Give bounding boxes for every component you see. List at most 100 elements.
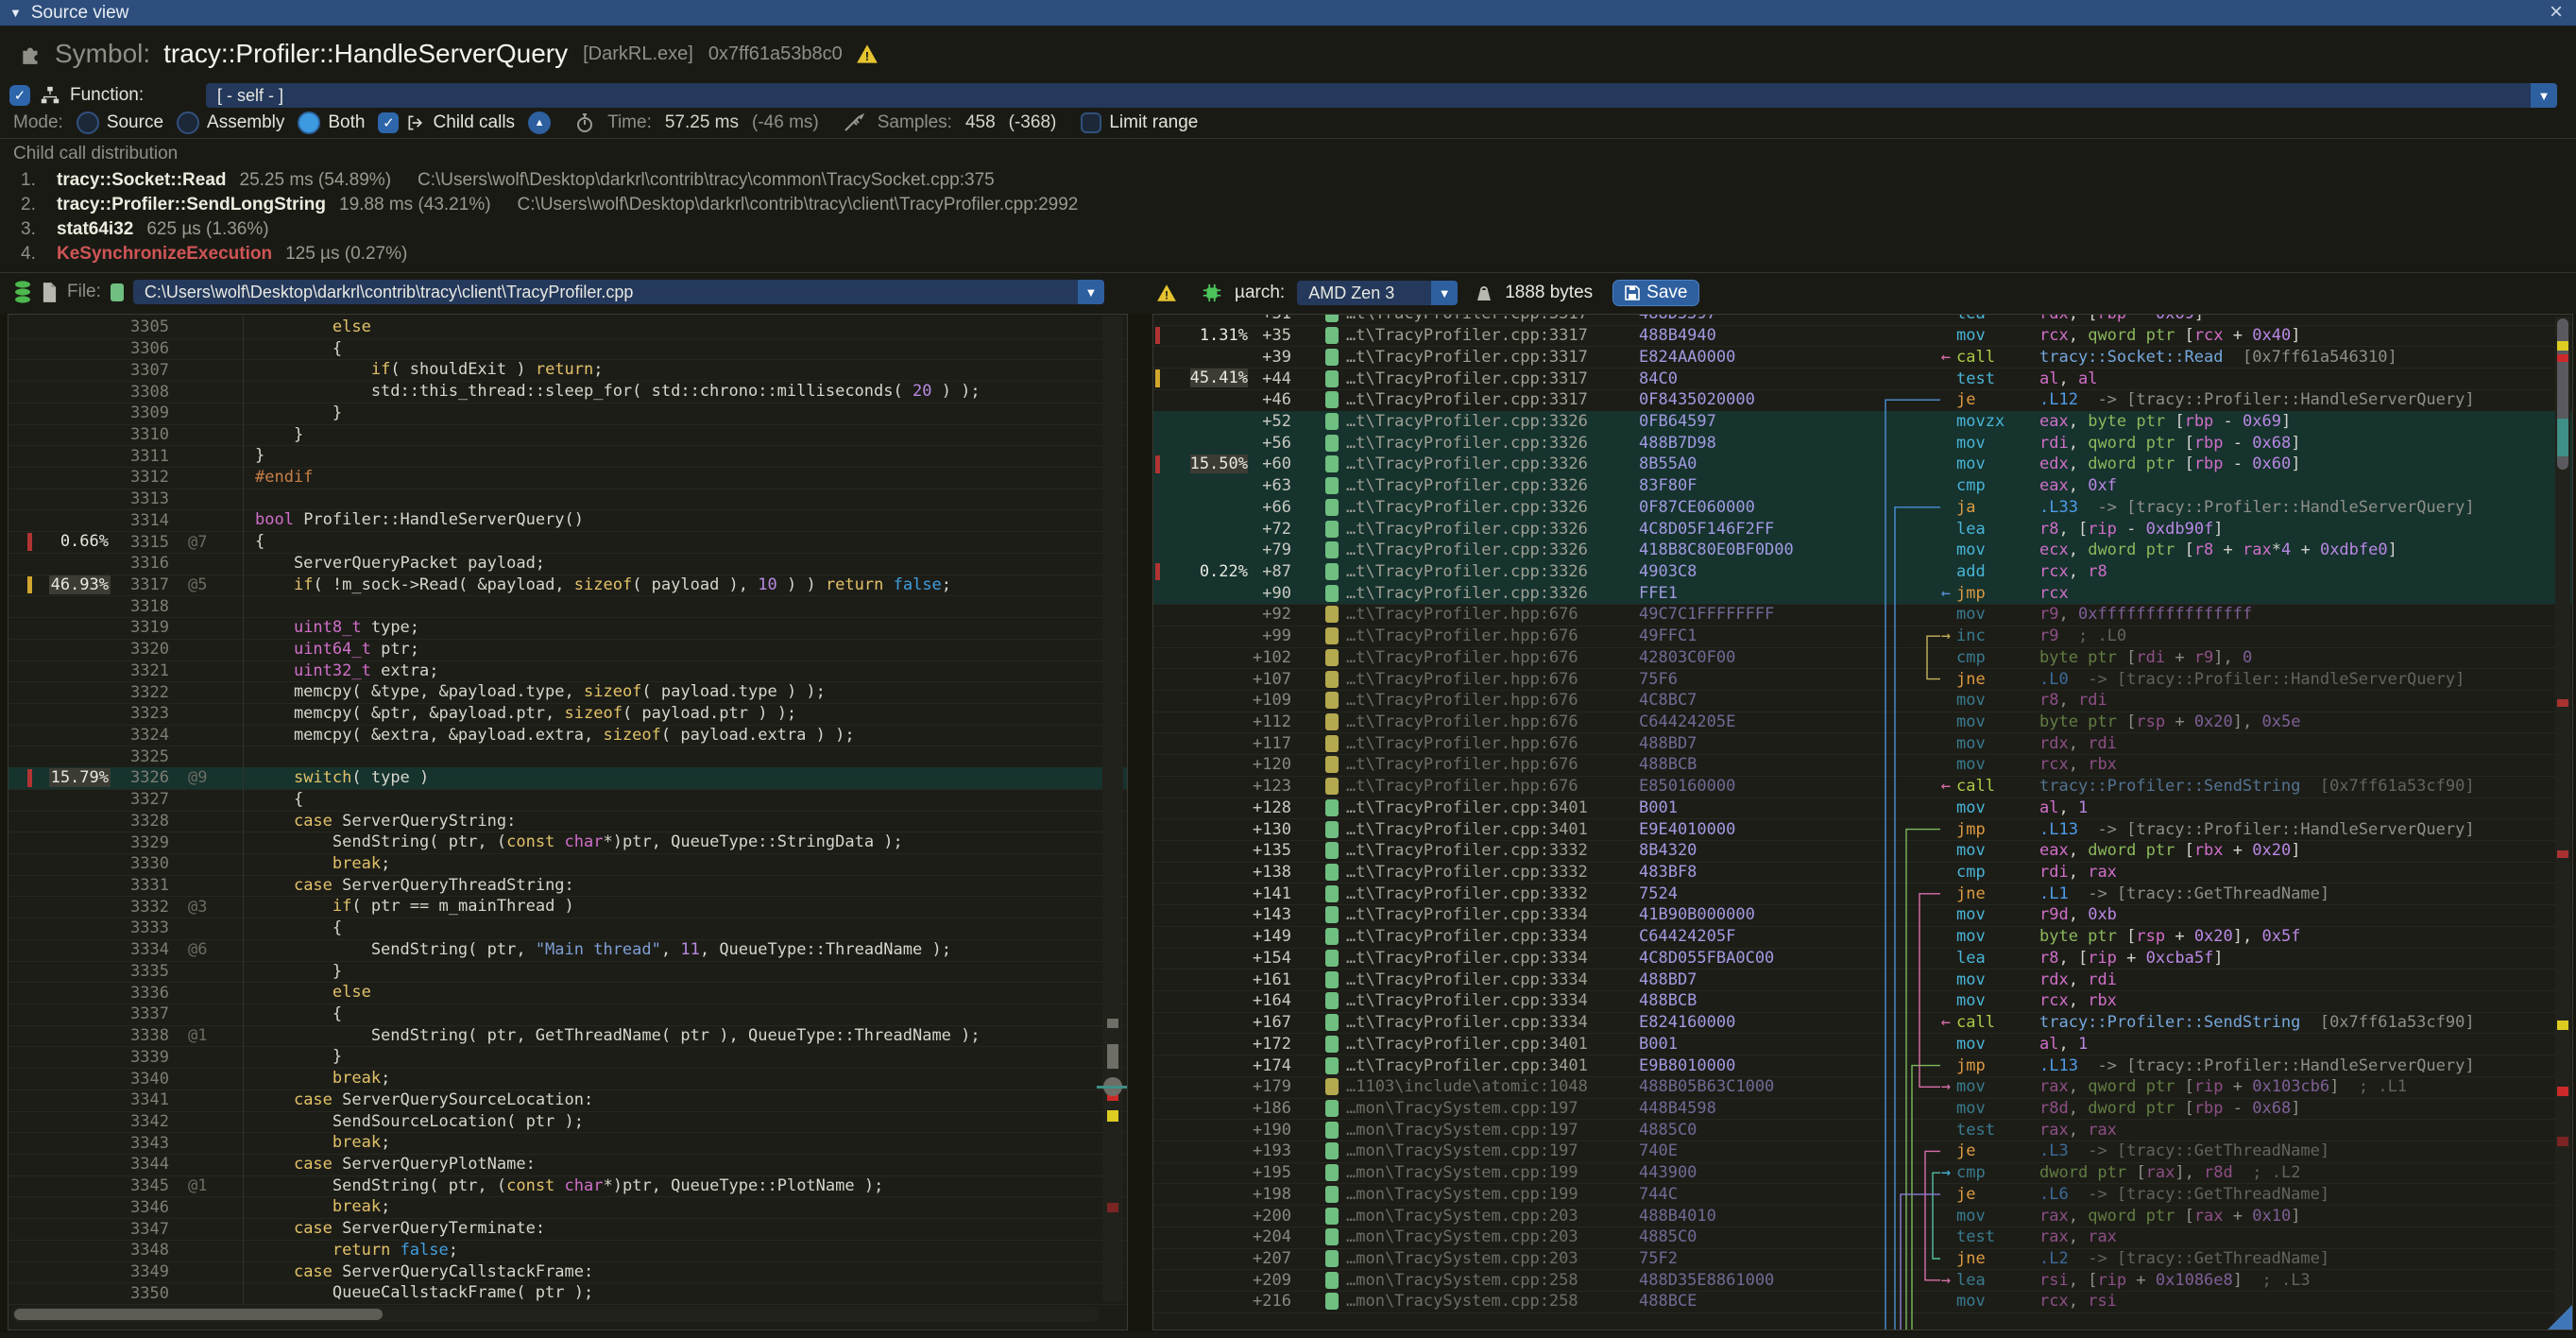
uarch-combo[interactable]: AMD Zen 3 ▼ xyxy=(1297,281,1458,305)
limit-range-checkbox[interactable] xyxy=(1081,112,1101,133)
asm-row[interactable]: +138…t\TracyProfiler.cpp:3332483BF8cmprd… xyxy=(1153,862,2572,883)
asm-row[interactable]: +135…t\TracyProfiler.cpp:33328B4320movea… xyxy=(1153,840,2572,862)
asm-source-location[interactable]: …t\TracyProfiler.hpp:676 xyxy=(1346,755,1639,774)
asm-row[interactable]: +207…mon\TracySystem.cpp:20375F2jne.L2 -… xyxy=(1153,1248,2572,1270)
assembly-vertical-scrollbar[interactable] xyxy=(2555,317,2570,1328)
chevron-down-icon[interactable]: ▼ xyxy=(1431,281,1458,305)
asm-row[interactable]: +63…t\TracyProfiler.cpp:332683F80Fcmpeax… xyxy=(1153,475,2572,497)
chevron-down-icon[interactable]: ▼ xyxy=(1078,280,1104,304)
source-horizontal-scrollbar[interactable] xyxy=(12,1307,1099,1322)
asm-source-location[interactable]: …t\TracyProfiler.cpp:3401 xyxy=(1346,1035,1639,1054)
source-line[interactable]: 3346 break; xyxy=(9,1196,1127,1218)
save-button[interactable]: Save xyxy=(1612,280,1699,306)
asm-source-location[interactable]: …mon\TracySystem.cpp:203 xyxy=(1346,1227,1639,1246)
scrollbar-thumb[interactable] xyxy=(14,1309,383,1320)
asm-row[interactable]: +52…t\TracyProfiler.cpp:33260FB64597movz… xyxy=(1153,411,2572,433)
asm-source-location[interactable]: …t\TracyProfiler.cpp:3326 xyxy=(1346,562,1639,581)
asm-row[interactable]: +130…t\TracyProfiler.cpp:3401E9E4010000j… xyxy=(1153,818,2572,840)
asm-row[interactable]: +128…t\TracyProfiler.cpp:3401B001moval, … xyxy=(1153,798,2572,819)
child-call-item[interactable]: 4.KeSynchronizeExecution125 µs (0.27%) xyxy=(21,244,2576,268)
asm-row[interactable]: +195…mon\TracySystem.cpp:199443900→cmpdw… xyxy=(1153,1162,2572,1184)
asm-source-location[interactable]: …t\TracyProfiler.cpp:3401 xyxy=(1346,1056,1639,1075)
asm-source-location[interactable]: …t\TracyProfiler.cpp:3317 xyxy=(1346,314,1639,323)
asm-source-location[interactable]: …t\TracyProfiler.cpp:3317 xyxy=(1346,348,1639,367)
asm-row[interactable]: +120…t\TracyProfiler.hpp:676488BCBmovrcx… xyxy=(1153,754,2572,776)
asm-source-location[interactable]: …mon\TracySystem.cpp:203 xyxy=(1346,1207,1639,1226)
source-line[interactable]: 3340 break; xyxy=(9,1068,1127,1089)
asm-source-location[interactable]: …t\TracyProfiler.hpp:676 xyxy=(1346,777,1639,796)
source-line[interactable]: 3342 SendSourceLocation( ptr ); xyxy=(9,1111,1127,1133)
asm-row[interactable]: +216…mon\TracySystem.cpp:258488BCEmovrcx… xyxy=(1153,1291,2572,1312)
source-line[interactable]: 3341 case ServerQuerySourceLocation: xyxy=(9,1089,1127,1111)
asm-source-location[interactable]: …t\TracyProfiler.cpp:3317 xyxy=(1346,390,1639,409)
mode-option-source[interactable]: Source xyxy=(77,112,163,134)
asm-source-location[interactable]: …t\TracyProfiler.cpp:3326 xyxy=(1346,498,1639,517)
asm-row[interactable]: +112…t\TracyProfiler.hpp:676C64424205Emo… xyxy=(1153,712,2572,733)
asm-row[interactable]: +56…t\TracyProfiler.cpp:3326488B7D98movr… xyxy=(1153,432,2572,454)
resize-grip[interactable] xyxy=(2548,1305,2572,1329)
asm-row[interactable]: +154…t\TracyProfiler.cpp:33344C8D055FBA0… xyxy=(1153,948,2572,969)
asm-source-location[interactable]: …t\TracyProfiler.cpp:3317 xyxy=(1346,369,1639,388)
function-combo[interactable]: [ - self - ] ▼ xyxy=(206,83,2557,108)
asm-row[interactable]: +186…mon\TracySystem.cpp:197448B4598movr… xyxy=(1153,1098,2572,1120)
asm-row[interactable]: +172…t\TracyProfiler.cpp:3401B001moval, … xyxy=(1153,1033,2572,1055)
asm-row[interactable]: +143…t\TracyProfiler.cpp:333441B90B00000… xyxy=(1153,904,2572,926)
asm-source-location[interactable]: …t\TracyProfiler.hpp:676 xyxy=(1346,605,1639,624)
mode-option-both[interactable]: Both xyxy=(298,112,365,134)
source-line[interactable]: 3345@1 SendString( ptr, (const char*)ptr… xyxy=(9,1175,1127,1197)
asm-source-location[interactable]: …t\TracyProfiler.cpp:3332 xyxy=(1346,884,1639,903)
source-line[interactable]: 3324 memcpy( &extra, &payload.extra, siz… xyxy=(9,725,1127,746)
source-line[interactable]: 3322 memcpy( &type, &payload.type, sizeo… xyxy=(9,681,1127,703)
chevron-down-icon[interactable]: ▼ xyxy=(2531,83,2557,108)
asm-row[interactable]: +31…t\TracyProfiler.cpp:3317488D5597lear… xyxy=(1153,314,2572,325)
asm-row[interactable]: 1.31%+35…t\TracyProfiler.cpp:3317488B494… xyxy=(1153,325,2572,347)
asm-source-location[interactable]: …t\TracyProfiler.cpp:3326 xyxy=(1346,520,1639,539)
asm-row[interactable]: 15.50%+60…t\TracyProfiler.cpp:33268B55A0… xyxy=(1153,454,2572,475)
source-line[interactable]: 3320 uint64_t ptr; xyxy=(9,639,1127,660)
asm-source-location[interactable]: …t\TracyProfiler.cpp:3401 xyxy=(1346,820,1639,839)
asm-row[interactable]: +193…mon\TracySystem.cpp:197740Eje.L3 ->… xyxy=(1153,1141,2572,1162)
asm-source-location[interactable]: …mon\TracySystem.cpp:197 xyxy=(1346,1141,1639,1160)
source-line[interactable]: 3323 memcpy( &ptr, &payload.ptr, sizeof(… xyxy=(9,703,1127,725)
collapse-icon[interactable]: ▼ xyxy=(9,6,22,20)
source-line[interactable]: 3335 } xyxy=(9,961,1127,983)
asm-source-location[interactable]: …t\TracyProfiler.hpp:676 xyxy=(1346,626,1639,645)
asm-source-location[interactable]: …t\TracyProfiler.cpp:3326 xyxy=(1346,584,1639,603)
asm-source-location[interactable]: …t\TracyProfiler.cpp:3326 xyxy=(1346,476,1639,495)
child-calls-checkbox[interactable]: ✓ xyxy=(378,112,399,133)
asm-row[interactable]: +198…mon\TracySystem.cpp:199744Cje.L6 ->… xyxy=(1153,1183,2572,1205)
asm-source-location[interactable]: …t\TracyProfiler.cpp:3326 xyxy=(1346,434,1639,453)
asm-row[interactable]: +209…mon\TracySystem.cpp:258488D35E88610… xyxy=(1153,1269,2572,1291)
asm-source-location[interactable]: …t\TracyProfiler.cpp:3334 xyxy=(1346,949,1639,968)
function-checkbox[interactable]: ✓ xyxy=(9,85,30,106)
asm-source-location[interactable]: …mon\TracySystem.cpp:197 xyxy=(1346,1121,1639,1140)
source-line[interactable]: 15.79%3326@9 switch( type ) xyxy=(9,767,1127,789)
child-call-item[interactable]: 3.stat64i32625 µs (1.36%) xyxy=(21,219,2576,244)
asm-source-location[interactable]: …t\TracyProfiler.cpp:3334 xyxy=(1346,1013,1639,1032)
source-line[interactable]: 3314bool Profiler::HandleServerQuery() xyxy=(9,509,1127,531)
radio-icon[interactable] xyxy=(77,112,99,134)
asm-row[interactable]: +39…t\TracyProfiler.cpp:3317E824AA0000←c… xyxy=(1153,346,2572,368)
radio-icon[interactable] xyxy=(177,112,199,134)
asm-row[interactable]: +90…t\TracyProfiler.cpp:3326FFE1←jmprcx xyxy=(1153,582,2572,604)
file-combo[interactable]: C:\Users\wolf\Desktop\darkrl\contrib\tra… xyxy=(133,280,1104,304)
asm-row[interactable]: +99…t\TracyProfiler.hpp:67649FFC1→incr9 … xyxy=(1153,626,2572,647)
source-line[interactable]: 3307 if( shouldExit ) return; xyxy=(9,359,1127,381)
asm-source-location[interactable]: …t\TracyProfiler.cpp:3332 xyxy=(1346,841,1639,860)
source-line[interactable]: 3336 else xyxy=(9,982,1127,1004)
asm-row[interactable]: 45.41%+44…t\TracyProfiler.cpp:331784C0te… xyxy=(1153,368,2572,389)
asm-row[interactable]: +161…t\TracyProfiler.cpp:3334488BD7movrd… xyxy=(1153,969,2572,990)
source-vertical-scrollbar[interactable] xyxy=(1102,317,1123,1301)
source-line[interactable]: 3316 ServerQueryPacket payload; xyxy=(9,553,1127,575)
source-line[interactable]: 3347 case ServerQueryTerminate: xyxy=(9,1218,1127,1240)
radio-icon[interactable] xyxy=(298,112,320,134)
source-line[interactable]: 3327 { xyxy=(9,789,1127,811)
source-line[interactable]: 3312#endif xyxy=(9,467,1127,489)
asm-source-location[interactable]: …t\TracyProfiler.hpp:676 xyxy=(1346,734,1639,753)
asm-source-location[interactable]: …t\TracyProfiler.hpp:676 xyxy=(1346,691,1639,710)
asm-row[interactable]: +109…t\TracyProfiler.hpp:6764C8BC7movr8,… xyxy=(1153,690,2572,712)
source-line[interactable]: 3344 case ServerQueryPlotName: xyxy=(9,1154,1127,1175)
source-line[interactable]: 3325 xyxy=(9,746,1127,767)
source-line[interactable]: 3334@6 SendString( ptr, "Main thread", 1… xyxy=(9,939,1127,961)
source-line[interactable]: 3305 else xyxy=(9,317,1127,338)
